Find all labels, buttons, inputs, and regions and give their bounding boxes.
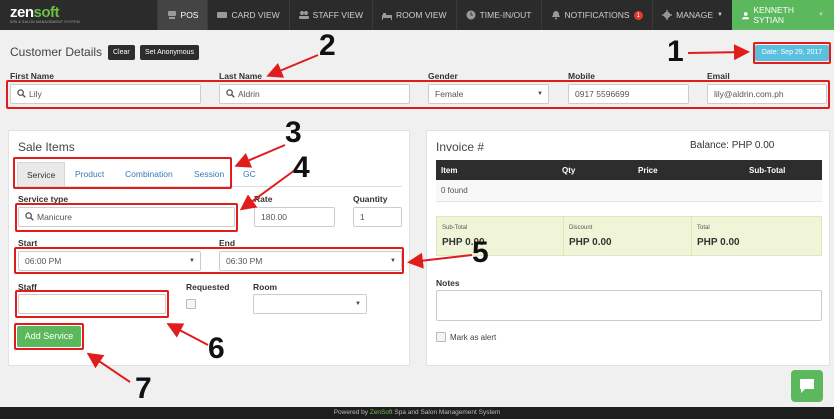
annotation-1: 1 bbox=[667, 35, 684, 68]
highlight-customer-fields bbox=[6, 80, 830, 109]
tab-gc[interactable]: GC bbox=[234, 162, 265, 187]
nav-time-in-out[interactable]: TIME-IN/OUT bbox=[455, 0, 541, 30]
total-label: Total bbox=[697, 225, 710, 231]
nav-card-view[interactable]: CARD VIEW bbox=[207, 0, 288, 30]
arrow-2 bbox=[266, 54, 319, 78]
nav-room-view-label: ROOM VIEW bbox=[396, 10, 447, 20]
nav-staff-view[interactable]: STAFF VIEW bbox=[288, 0, 372, 30]
footer-suffix: Spa and Salon Management System bbox=[392, 409, 501, 416]
logo-wordmark: zensoft bbox=[10, 3, 60, 21]
mark-alert-label: Mark as alert bbox=[450, 333, 497, 342]
invoice-totals: Sub-Total PHP 0.00 Discount PHP 0.00 Tot… bbox=[436, 216, 822, 256]
nav-notifications-label: NOTIFICATIONS bbox=[564, 10, 630, 20]
user-menu-button[interactable]: KENNETH SYTIAN ▼ bbox=[731, 0, 834, 30]
mark-alert-checkbox[interactable] bbox=[436, 332, 446, 342]
discount-cell: Discount PHP 0.00 bbox=[564, 217, 692, 255]
invoice-title: Invoice # bbox=[436, 140, 485, 154]
col-qty: Qty bbox=[562, 166, 576, 175]
footer-brand[interactable]: ZenSoft bbox=[370, 409, 393, 416]
room-label: Room bbox=[253, 282, 278, 292]
rate-value: 180.00 bbox=[261, 212, 287, 222]
highlight-tabs bbox=[13, 157, 232, 189]
total-value: PHP 0.00 bbox=[697, 237, 740, 248]
user-name: KENNETH SYTIAN bbox=[753, 5, 794, 25]
nav-manage-label: MANAGE bbox=[676, 10, 713, 20]
gear-icon bbox=[662, 10, 673, 20]
highlight-time-range bbox=[14, 247, 404, 274]
invoice-table-header: Item Qty Price Sub-Total bbox=[436, 160, 822, 180]
footer: Powered by ZenSoft Spa and Salon Managem… bbox=[0, 407, 834, 419]
app-logo[interactable]: zensoft SPA & SALON MANAGEMENT SYSTEM bbox=[0, 0, 157, 30]
col-item: Item bbox=[441, 166, 458, 175]
set-anonymous-button[interactable]: Set Anonymous bbox=[140, 45, 200, 60]
rate-label: Rate bbox=[254, 194, 273, 204]
user-icon bbox=[741, 11, 750, 19]
subtotal-label: Sub-Total bbox=[442, 225, 468, 231]
chat-icon bbox=[800, 379, 814, 393]
arrow-1 bbox=[687, 44, 750, 61]
pos-icon bbox=[167, 11, 176, 19]
rate-field[interactable]: 180.00 bbox=[254, 207, 335, 227]
highlight-date bbox=[753, 42, 831, 64]
sale-items-title: Sale Items bbox=[18, 140, 75, 154]
staff-icon bbox=[298, 11, 309, 19]
nav-pos[interactable]: POS bbox=[156, 0, 208, 30]
quantity-value: 1 bbox=[360, 212, 365, 222]
annotation-6: 6 bbox=[208, 332, 225, 365]
nav-time-in-out-label: TIME-IN/OUT bbox=[479, 10, 532, 20]
annotation-4: 4 bbox=[293, 151, 310, 184]
annotation-7: 7 bbox=[135, 372, 152, 405]
chevron-down-icon: ▼ bbox=[717, 12, 723, 18]
highlight-service-type bbox=[15, 203, 238, 232]
notes-label: Notes bbox=[436, 278, 460, 288]
logo-tagline: SPA & SALON MANAGEMENT SYSTEM bbox=[10, 19, 80, 24]
customer-details-title: Customer Details bbox=[10, 45, 103, 59]
col-price: Price bbox=[638, 166, 658, 175]
nav-manage[interactable]: MANAGE ▼ bbox=[652, 0, 732, 30]
discount-label: Discount bbox=[569, 225, 593, 231]
bell-icon bbox=[551, 11, 560, 20]
invoice-empty-row: 0 found bbox=[436, 180, 822, 202]
annotation-2: 2 bbox=[319, 29, 336, 62]
chat-button[interactable] bbox=[791, 370, 823, 402]
requested-checkbox[interactable] bbox=[186, 299, 196, 309]
annotation-5: 5 bbox=[472, 236, 489, 269]
notes-textarea[interactable] bbox=[436, 290, 822, 321]
nav-pos-label: POS bbox=[180, 10, 199, 20]
footer-prefix: Powered by bbox=[333, 409, 370, 416]
top-navbar: zensoft SPA & SALON MANAGEMENT SYSTEM PO… bbox=[0, 0, 834, 30]
notification-count-badge: 1 bbox=[633, 10, 644, 20]
col-subtotal: Sub-Total bbox=[749, 166, 786, 175]
nav-card-view-label: CARD VIEW bbox=[231, 10, 280, 20]
nav-notifications[interactable]: NOTIFICATIONS 1 bbox=[540, 0, 653, 30]
bed-icon bbox=[382, 13, 393, 20]
subtotal-cell: Sub-Total PHP 0.00 bbox=[437, 217, 564, 255]
quantity-label: Quantity bbox=[353, 194, 388, 204]
chevron-down-icon: ▼ bbox=[355, 301, 361, 307]
nav-staff-view-label: STAFF VIEW bbox=[312, 10, 364, 20]
total-cell: Total PHP 0.00 bbox=[692, 217, 821, 255]
requested-label: Requested bbox=[186, 282, 230, 292]
nav-room-view[interactable]: ROOM VIEW bbox=[372, 0, 456, 30]
highlight-staff bbox=[15, 290, 169, 318]
card-icon bbox=[217, 12, 228, 18]
annotation-3: 3 bbox=[285, 116, 302, 149]
invoice-balance: Balance: PHP 0.00 bbox=[690, 140, 775, 151]
room-select[interactable]: ▼ bbox=[253, 294, 367, 314]
highlight-add-service bbox=[14, 323, 84, 350]
discount-value: PHP 0.00 bbox=[569, 237, 612, 248]
quantity-field[interactable]: 1 bbox=[353, 207, 402, 227]
clear-button[interactable]: Clear bbox=[108, 45, 135, 60]
clock-icon bbox=[466, 10, 476, 20]
chevron-down-icon: ▼ bbox=[818, 12, 824, 18]
